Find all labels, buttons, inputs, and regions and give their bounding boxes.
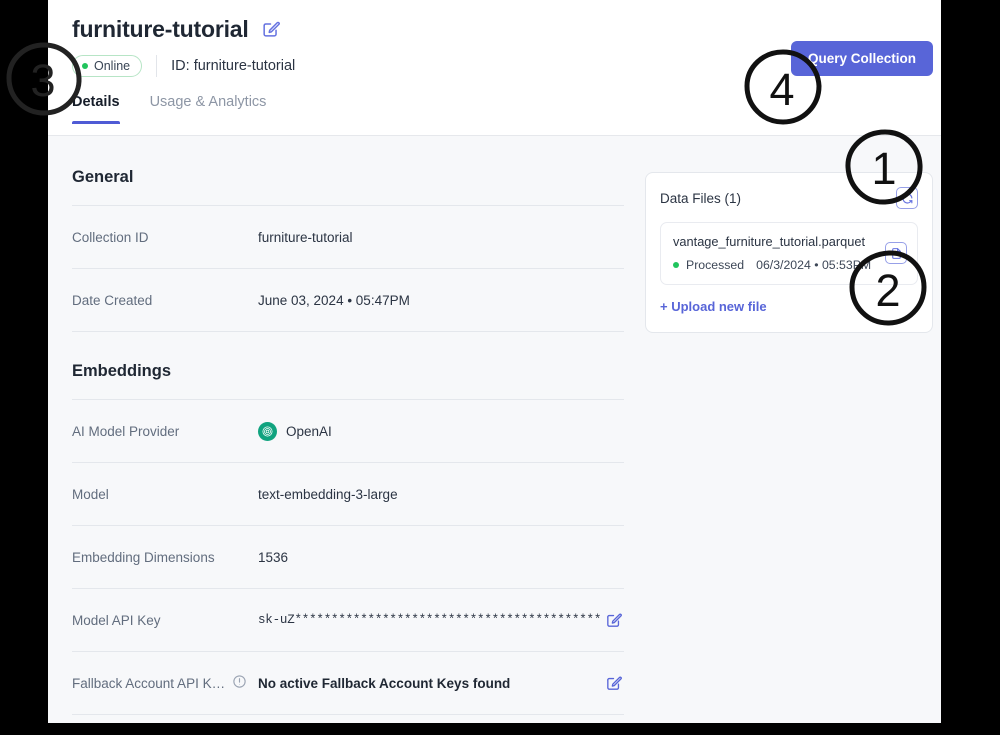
row-value: June 03, 2024 • 05:47PM: [258, 292, 410, 308]
file-status-label: Processed: [686, 258, 745, 272]
row-value-api-key: sk-uZ***********************************…: [258, 613, 602, 627]
data-files-title: Data Files (1): [660, 190, 742, 206]
row-label: Date Created: [72, 292, 153, 308]
row-label-fallback: Fallback Account API K…: [72, 674, 258, 692]
status-badge: Online: [72, 55, 143, 77]
file-name: vantage_furniture_tutorial.parquet: [673, 234, 866, 249]
row-value-provider: OpenAI: [258, 421, 624, 441]
row-label-text: Fallback Account API K…: [72, 675, 226, 691]
title-row: furniture-tutorial: [72, 16, 280, 43]
collection-id-text: ID: furniture-tutorial: [171, 58, 296, 74]
row-label: Embedding Dimensions: [72, 549, 215, 565]
table-row: Fallback Account API K… No active Fallba…: [72, 652, 624, 714]
query-collection-button[interactable]: Query Collection: [790, 41, 933, 76]
tab-usage-analytics[interactable]: Usage & Analytics: [150, 94, 267, 124]
app-panel: furniture-tutorial Online ID: furniture-…: [48, 0, 941, 723]
edit-square-pencil-icon[interactable]: [261, 20, 280, 39]
divider: [72, 714, 624, 715]
row-value: text-embedding-3-large: [258, 486, 398, 502]
file-document-icon[interactable]: [885, 242, 907, 264]
status-label: Online: [94, 59, 131, 73]
table-row: AI Model Provider OpenAI: [72, 400, 624, 462]
table-row: Collection ID furniture-tutorial: [72, 206, 624, 268]
screen-root: furniture-tutorial Online ID: furniture-…: [0, 0, 1000, 735]
table-row: Embedding Dimensions 1536: [72, 526, 624, 588]
refresh-icon[interactable]: [896, 187, 918, 209]
details-content: General Collection ID furniture-tutorial…: [72, 168, 624, 715]
section-title-embeddings: Embeddings: [72, 362, 172, 380]
page-body: General Collection ID furniture-tutorial…: [48, 136, 941, 723]
row-label: Collection ID: [72, 229, 149, 245]
page-header: furniture-tutorial Online ID: furniture-…: [48, 0, 941, 136]
table-row: Model text-embedding-3-large: [72, 463, 624, 525]
file-status-dot-icon: [673, 262, 679, 268]
provider-name: OpenAI: [286, 423, 332, 439]
meta-row: Online ID: furniture-tutorial: [72, 54, 295, 78]
upload-new-file-link[interactable]: + Upload new file: [660, 299, 767, 314]
row-value: 1536: [258, 549, 289, 565]
row-label: Model API Key: [72, 612, 161, 628]
page-title: furniture-tutorial: [72, 16, 249, 42]
list-item[interactable]: vantage_furniture_tutorial.parquet Proce…: [660, 222, 918, 285]
tab-details[interactable]: Details: [72, 94, 120, 124]
table-row: Date Created June 03, 2024 • 05:47PM: [72, 269, 624, 331]
row-label: Model: [72, 486, 109, 502]
meta-divider: [156, 55, 158, 77]
edit-model-api-key-icon[interactable]: [602, 609, 624, 631]
edit-fallback-api-key-icon[interactable]: [602, 672, 624, 694]
status-dot-icon: [82, 63, 88, 69]
data-files-header: Data Files (1): [660, 187, 918, 209]
file-date: 06/3/2024 • 05:53PM: [756, 258, 872, 272]
row-value-fallback: No active Fallback Account Keys found: [258, 675, 511, 691]
section-title-general: General: [72, 168, 134, 186]
openai-logo-icon: [258, 421, 277, 441]
tab-bar: Details Usage & Analytics: [72, 94, 266, 124]
table-row: Model API Key sk-uZ*********************…: [72, 589, 624, 651]
row-label: AI Model Provider: [72, 423, 180, 439]
row-value: furniture-tutorial: [258, 229, 353, 245]
info-circle-icon: [232, 674, 247, 692]
file-status-row: Processed 06/3/2024 • 05:53PM: [673, 258, 905, 272]
data-files-card: Data Files (1) vantage_furniture_tutoria…: [645, 172, 933, 333]
